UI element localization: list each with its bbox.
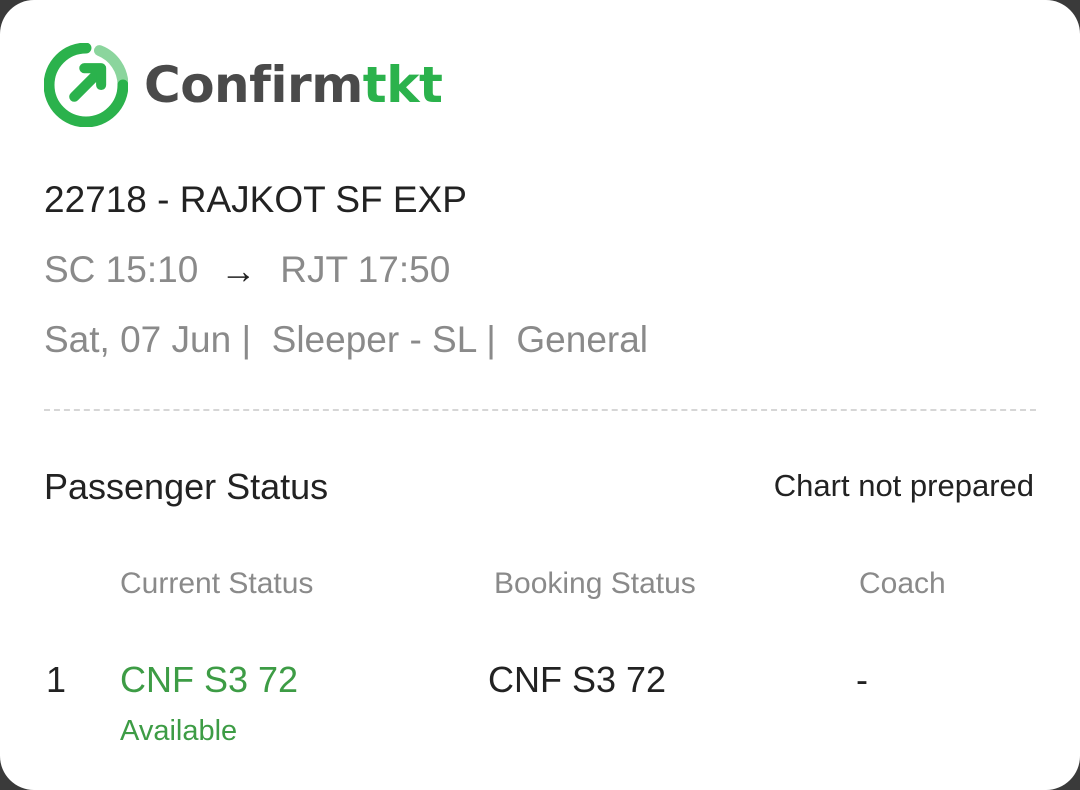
train-title: 22718 - RAJKOT SF EXP (44, 179, 467, 220)
arrival-station-time: RJT 17:50 (280, 249, 451, 290)
journey-meta: Sat, 07 Jun | Sleeper - SL | General (44, 319, 649, 360)
column-header-current-status: Current Status (120, 567, 314, 600)
coach-value: - (856, 659, 868, 700)
column-header-coach: Coach (859, 567, 946, 600)
arrow-right-icon: → (220, 249, 257, 291)
chart-status: Chart not prepared (773, 468, 1034, 503)
passenger-index: 1 (46, 659, 67, 700)
dashed-divider (44, 409, 1036, 411)
booking-status-value: CNF S3 72 (488, 659, 667, 700)
column-header-booking-status: Booking Status (494, 567, 696, 600)
availability-status: Available (120, 715, 238, 747)
logo-text-tkt: tkt (362, 56, 443, 114)
ticket-card: Confirmtkt 22718 - RAJKOT SF EXP SC 15:1… (0, 0, 1080, 790)
logo-text-confirm: Confirm (144, 56, 363, 114)
route-row: SC 15:10 → RJT 17:50 (44, 249, 451, 291)
current-status-value: CNF S3 72 (120, 659, 299, 700)
logo-wordmark: Confirmtkt (144, 60, 443, 110)
departure-station-time: SC 15:10 (44, 249, 199, 290)
confirmtkt-logo-icon (44, 43, 128, 127)
passenger-status-title: Passenger Status (44, 466, 329, 507)
confirmtkt-logo: Confirmtkt (44, 42, 443, 128)
